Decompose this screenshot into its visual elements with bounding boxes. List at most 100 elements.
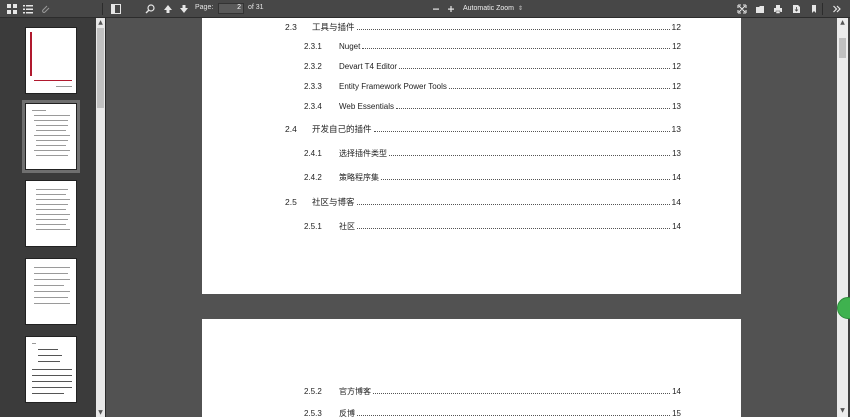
toc-title: Devart T4 Editor (339, 62, 398, 71)
scroll-up-icon[interactable]: ▲ (96, 18, 105, 27)
thumbnail-text-line (36, 209, 66, 210)
toc-page-number: 12 (672, 42, 681, 51)
toc-number: 2.3.4 (304, 102, 322, 111)
thumbnail-text-line (36, 229, 70, 230)
toc-number: 2.3 (285, 22, 297, 32)
thumbnail-text-line (34, 285, 64, 286)
toolbar-separator (102, 3, 103, 15)
page-thumbnail-5[interactable] (25, 336, 77, 403)
thumbnail-sidebar: ▲ ▼ (0, 18, 106, 417)
toc-leader-dots (373, 393, 671, 394)
zoom-value: Automatic Zoom (463, 5, 514, 12)
toc-number: 2.5.3 (304, 409, 322, 417)
toc-number: 2.4 (285, 124, 297, 134)
thumbnail-text-line (32, 343, 36, 344)
toc-title: 社区与博客 (312, 197, 355, 207)
toc-number: 2.3.3 (304, 82, 322, 91)
thumbnail-text-line (32, 369, 72, 370)
thumbnail-text-line (34, 297, 68, 298)
attachment-icon[interactable] (37, 2, 53, 16)
thumbnails-icon[interactable] (4, 2, 20, 16)
toc-entry[interactable]: 2.3.4 Web Essentials 13 (304, 102, 681, 111)
thumbnail-text-line (38, 361, 60, 362)
print-icon[interactable] (770, 2, 786, 16)
chevron-updown-icon: ⇕ (517, 6, 523, 12)
pdf-page-next: 2.5.2 官方博客 14 2.5.3 反博 15 (202, 319, 741, 417)
plus-icon[interactable] (443, 2, 459, 16)
fullscreen-icon[interactable] (734, 2, 750, 16)
toc-page-number: 15 (672, 409, 681, 417)
toc-number: 2.5 (285, 197, 297, 207)
page-thumbnail-1[interactable] (25, 27, 77, 94)
scroll-up-icon[interactable]: ▲ (837, 18, 848, 28)
open-file-icon[interactable] (752, 2, 768, 16)
toc-page-number: 14 (671, 197, 681, 207)
toc-entry[interactable]: 2.3.3 Entity Framework Power Tools 12 (304, 82, 681, 91)
thumbnail-text-line (34, 291, 70, 292)
toc-page-number: 12 (672, 82, 681, 91)
toc-entry[interactable]: 2.3.1 Nuget 12 (304, 42, 681, 51)
thumbnail-text-line (34, 303, 70, 304)
toolbar: Page: 2 of 31 Automatic Zoom ⇕ (0, 0, 850, 18)
thumbnail-text-line (36, 145, 66, 146)
toggle-sidebar-icon[interactable] (108, 2, 124, 16)
toc-leader-dots (357, 228, 671, 229)
toc-entry[interactable]: 2.4.1 选择插件类型 13 (304, 148, 681, 159)
toc-number: 2.3.2 (304, 62, 322, 71)
sidebar-scroll-thumb[interactable] (97, 28, 104, 108)
toc-leader-dots (399, 68, 671, 69)
thumbnail-text-line (36, 204, 68, 205)
thumbnail-text-line (36, 194, 66, 195)
sidebar-scrollbar[interactable]: ▲ ▼ (96, 18, 105, 417)
thumbnail-text-line (38, 355, 62, 356)
thumbnail-text-line (56, 86, 72, 87)
scroll-down-icon[interactable]: ▼ (837, 406, 848, 416)
thumbnail-text-line (36, 199, 70, 200)
page-thumbnail-4[interactable] (25, 258, 77, 325)
thumbnail-text-line (34, 150, 70, 151)
toc-number: 2.3.1 (304, 42, 322, 51)
thumbnail-text-line (36, 140, 68, 141)
toc-leader-dots (356, 204, 670, 205)
toc-entry[interactable]: 2.5.1 社区 14 (304, 221, 681, 232)
viewer-scroll-thumb[interactable] (839, 38, 846, 58)
thumbnail-text-line (36, 189, 68, 190)
page-number-input[interactable]: 2 (218, 3, 244, 14)
toc-leader-dots (373, 131, 670, 132)
thumbnail-text-line (34, 279, 70, 280)
thumbnail-text-line (36, 224, 66, 225)
toc-page-number: 13 (672, 149, 681, 158)
thumbnail-text-line (32, 393, 64, 394)
toc-leader-dots (357, 415, 671, 416)
toc-title: 工具与插件 (312, 22, 355, 32)
viewer-scrollbar[interactable]: ▲ ▼ (837, 18, 848, 417)
minus-icon[interactable] (428, 2, 444, 16)
toc-entry[interactable]: 2.4 开发自己的插件 13 (285, 123, 681, 135)
arrow-down-icon[interactable] (176, 2, 192, 16)
toc-entry[interactable]: 2.3.2 Devart T4 Editor 12 (304, 62, 681, 71)
toc-entry[interactable]: 2.3 工具与插件 12 (285, 21, 681, 33)
outline-icon[interactable] (20, 2, 36, 16)
thumbnail-text-line (34, 273, 68, 274)
zoom-select[interactable]: Automatic Zoom ⇕ (460, 3, 526, 14)
page-thumbnail-3[interactable] (25, 180, 77, 247)
thumbnail-text-line (36, 125, 68, 126)
bookmark-icon[interactable] (806, 2, 822, 16)
double-chevron-icon[interactable] (829, 2, 845, 16)
toc-entry[interactable]: 2.5.2 官方博客 14 (304, 386, 681, 397)
download-icon[interactable] (788, 2, 804, 16)
toc-entry[interactable]: 2.5 社区与博客 14 (285, 196, 681, 208)
scroll-down-icon[interactable]: ▼ (96, 408, 105, 417)
toc-entry[interactable]: 2.4.2 策略程序集 14 (304, 172, 681, 183)
toc-leader-dots (396, 108, 671, 109)
toc-leader-dots (381, 179, 671, 180)
pdf-page: 2.3 工具与插件 12 2.3.1 Nuget 12 2.3.2 Devart T4 Edi… (202, 18, 741, 294)
arrow-up-icon[interactable] (160, 2, 176, 16)
toc-entry[interactable]: 2.5.3 反博 15 (304, 408, 681, 417)
thumbnail-text-line (32, 110, 46, 111)
thumbnail-title-line (34, 80, 72, 81)
toc-number: 2.4.1 (304, 149, 322, 158)
page-thumbnail-2[interactable] (22, 100, 80, 173)
thumbnail-text-line (32, 381, 72, 382)
search-icon[interactable] (142, 2, 158, 16)
